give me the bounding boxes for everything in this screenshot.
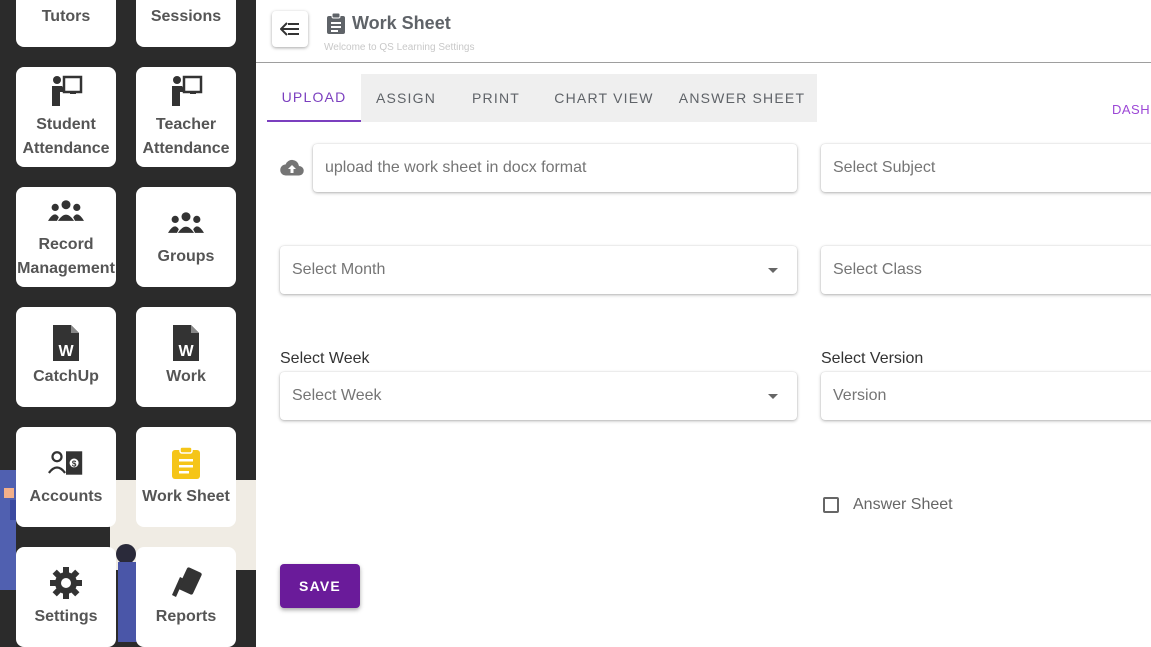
sidebar-item-sessions[interactable]: Sessions <box>136 0 236 47</box>
sidebar-item-label: Accounts <box>29 488 103 505</box>
tab-bar: UPLOAD ASSIGN PRINT CHART VIEW ANSWER SH… <box>267 74 817 122</box>
version-input-placeholder: Version <box>833 387 887 404</box>
groups-icon <box>168 205 204 241</box>
back-arrow-icon <box>280 22 299 36</box>
sidebar-item-work[interactable]: W Work <box>136 307 236 407</box>
tutors-icon <box>48 0 84 1</box>
class-select-placeholder: Select Class <box>833 261 922 278</box>
record-management-icon <box>48 193 84 229</box>
sidebar-item-label: Groups <box>157 248 215 265</box>
sidebar-item-label: Reports <box>155 608 217 625</box>
upload-file-placeholder: upload the work sheet in docx format <box>325 159 587 176</box>
page-header: Work Sheet Welcome to QS Learning Settin… <box>256 0 1151 63</box>
upload-file-input[interactable]: upload the work sheet in docx format <box>313 144 797 192</box>
sessions-icon <box>168 0 204 1</box>
version-label: Select Version <box>821 350 924 367</box>
subject-select[interactable]: Select Subject <box>821 144 1151 192</box>
answer-sheet-label: Answer Sheet <box>853 496 953 513</box>
svg-text:$: $ <box>72 460 77 469</box>
dashboard-link[interactable]: DASHBOARD <box>1112 102 1151 117</box>
clipboard-icon <box>327 13 345 34</box>
reports-icon <box>168 565 204 601</box>
month-select[interactable]: Select Month <box>280 246 797 294</box>
work-sheet-icon <box>168 445 204 481</box>
page-title: Work Sheet <box>352 13 451 33</box>
sidebar-item-label: Teacher Attendance <box>142 116 230 157</box>
page-subtitle: Welcome to QS Learning Settings <box>324 42 475 53</box>
sidebar-item-label: Sessions <box>150 8 222 25</box>
tab-answer-sheet[interactable]: ANSWER SHEET <box>667 74 817 122</box>
sidebar-item-label: CatchUp <box>33 368 99 385</box>
week-label: Select Week <box>280 350 370 367</box>
sidebar-item-label: Work Sheet <box>142 488 230 505</box>
sidebar-item-teacher-attendance[interactable]: Teacher Attendance <box>136 67 236 167</box>
student-attendance-icon <box>48 73 84 109</box>
tab-print[interactable]: PRINT <box>451 74 541 122</box>
sidebar-item-label: Settings <box>34 608 98 625</box>
chevron-down-icon <box>768 268 778 273</box>
svg-text:W: W <box>58 343 74 360</box>
sidebar-item-accounts[interactable]: $ Accounts <box>16 427 116 527</box>
sidebar-item-record-management[interactable]: Record Management <box>16 187 116 287</box>
sidebar-item-settings[interactable]: Settings <box>16 547 116 647</box>
tab-upload[interactable]: UPLOAD <box>267 74 361 122</box>
sidebar-item-label: Tutors <box>41 8 91 25</box>
cloud-upload-icon[interactable] <box>280 158 304 178</box>
sidebar-item-work-sheet[interactable]: Work Sheet <box>136 427 236 527</box>
version-input[interactable]: Version <box>821 372 1151 420</box>
accounts-icon: $ <box>48 445 84 481</box>
catchup-icon: W <box>48 325 84 361</box>
svg-text:W: W <box>178 343 194 360</box>
sidebar-item-groups[interactable]: Groups <box>136 187 236 287</box>
teacher-attendance-icon <box>168 73 204 109</box>
save-button[interactable]: SAVE <box>280 564 360 608</box>
work-icon: W <box>168 325 204 361</box>
sidebar-item-label: Record Management <box>17 236 115 277</box>
tab-assign[interactable]: ASSIGN <box>361 74 451 122</box>
answer-sheet-checkbox[interactable] <box>823 497 839 513</box>
chevron-down-icon <box>768 394 778 399</box>
class-select[interactable]: Select Class <box>821 246 1151 294</box>
week-select[interactable]: Select Week <box>280 372 797 420</box>
back-button[interactable] <box>272 11 308 47</box>
sidebar-item-label: Work <box>166 368 206 385</box>
tab-chart-view[interactable]: CHART VIEW <box>541 74 667 122</box>
subject-select-placeholder: Select Subject <box>833 159 936 176</box>
sidebar-item-catchup[interactable]: W CatchUp <box>16 307 116 407</box>
week-select-placeholder: Select Week <box>292 387 382 404</box>
sidebar-item-tutors[interactable]: Tutors <box>16 0 116 47</box>
sidebar-item-label: Student Attendance <box>22 116 110 157</box>
settings-icon <box>48 565 84 601</box>
month-select-placeholder: Select Month <box>292 261 386 278</box>
sidebar-item-student-attendance[interactable]: Student Attendance <box>16 67 116 167</box>
sidebar-item-reports[interactable]: Reports <box>136 547 236 647</box>
sidebar: Tutors Sessions Student Attendance Teach… <box>0 0 256 647</box>
